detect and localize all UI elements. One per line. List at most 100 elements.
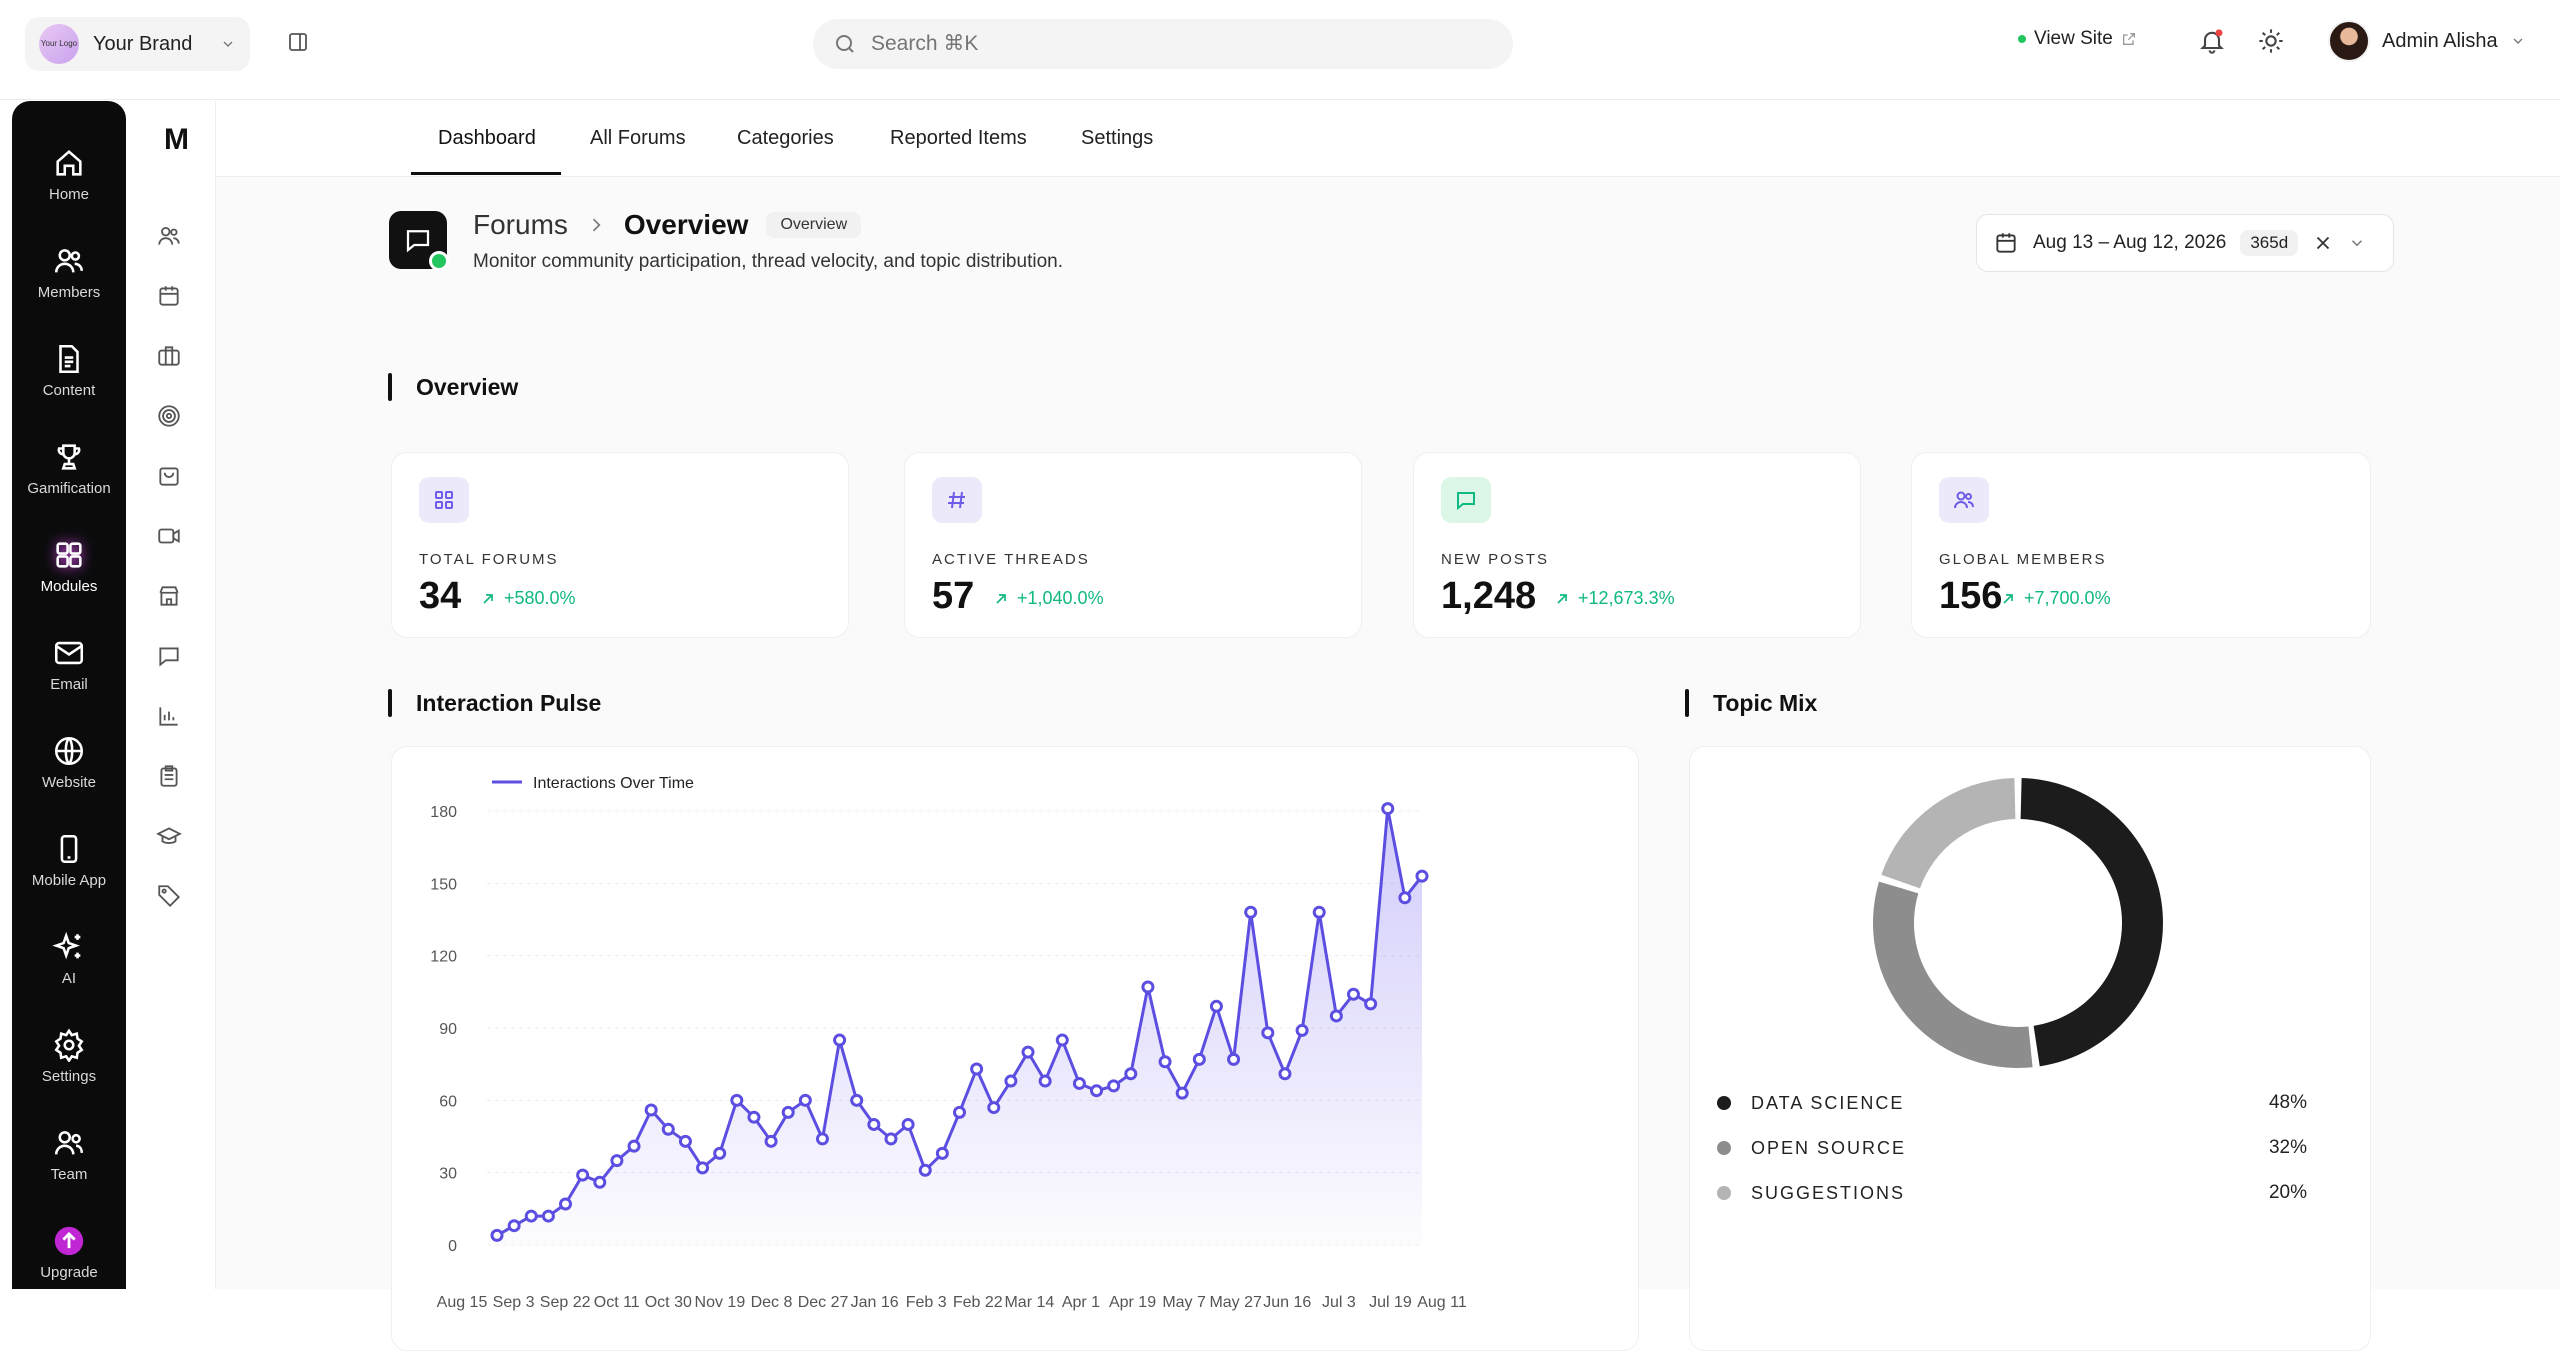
- stat-value: 34: [419, 575, 462, 617]
- secondary-sidebar: M: [126, 101, 216, 1289]
- rail-item-mobile-app[interactable]: Mobile App: [12, 811, 126, 909]
- stat-delta-value: +7,700.0%: [2024, 588, 2111, 608]
- data-point: [815, 1132, 829, 1146]
- brand-logo: Your Logo: [39, 24, 79, 64]
- data-point: [1278, 1067, 1292, 1081]
- data-point: [696, 1161, 710, 1175]
- data-point: [901, 1117, 915, 1131]
- rail-item-ai[interactable]: AI: [12, 909, 126, 1007]
- x-tick-label: Feb 3: [906, 1294, 947, 1311]
- clipboard-icon[interactable]: [156, 763, 182, 789]
- x-tick-label: Dec 8: [751, 1294, 793, 1311]
- data-point: [678, 1134, 692, 1148]
- search-bar[interactable]: [813, 19, 1513, 69]
- stat-value: 156: [1939, 575, 2003, 617]
- rail-label: Mobile App: [31, 871, 107, 889]
- stat-card-total-forums: TOTAL FORUMS 34 +580.0%: [391, 452, 849, 638]
- tab-bar: Dashboard All Forums Categories Reported…: [216, 101, 2560, 177]
- interaction-pulse-card: 0 30 60 90 120 150 180 Aug 15 Sep 3 Sep 22 Oct 11 O…: [391, 746, 1639, 1351]
- x-tick-label: May 7: [1162, 1294, 1206, 1311]
- data-point: [1021, 1045, 1035, 1059]
- users-icon: [1939, 477, 1989, 523]
- data-point: [1398, 891, 1412, 905]
- interaction-line-chart: 0 30 60 90 120 150 180 Aug 15 Sep 3 Sep 22 Oct 11 O…: [430, 775, 1467, 1311]
- rail-item-modules[interactable]: Modules: [12, 517, 126, 615]
- user-name: Admin Alisha: [2382, 29, 2498, 52]
- rail-item-team[interactable]: Team: [12, 1105, 126, 1203]
- view-site-link[interactable]: View Site: [2018, 28, 2137, 50]
- data-point: [970, 1062, 984, 1076]
- brand-switcher[interactable]: Your Logo Your Brand: [25, 17, 250, 71]
- store-icon[interactable]: [156, 583, 182, 609]
- theme-toggle-icon[interactable]: [2257, 27, 2285, 55]
- search-input[interactable]: [871, 32, 1431, 56]
- rail-item-website[interactable]: Website: [12, 713, 126, 811]
- rail-item-members[interactable]: Members: [12, 223, 126, 321]
- shopping-bag-icon[interactable]: [156, 463, 182, 489]
- search-icon: [833, 32, 857, 56]
- rail-item-gamification[interactable]: Gamification: [12, 419, 126, 517]
- rail-item-settings[interactable]: Settings: [12, 1007, 126, 1105]
- sidebar-toggle-icon[interactable]: [286, 30, 310, 54]
- donut-slice: [2020, 778, 2163, 1067]
- online-dot: [2018, 35, 2026, 43]
- stat-card-new-posts: NEW POSTS 1,248 +12,673.3%: [1413, 452, 1861, 638]
- chevron-down-icon[interactable]: [2348, 234, 2366, 252]
- data-point: [559, 1197, 573, 1211]
- date-range-picker[interactable]: Aug 13 – Aug 12, 2026 365d: [1976, 214, 2394, 272]
- topic-mix-card: DATA SCIENCE 48% OPEN SOURCE 32% SUGGEST…: [1689, 746, 2371, 1351]
- user-menu[interactable]: Admin Alisha: [2328, 20, 2526, 62]
- trend-up-icon: [483, 593, 493, 604]
- graduation-cap-icon[interactable]: [156, 823, 182, 849]
- rail-label: Modules: [40, 577, 98, 595]
- legend-percent: 32%: [2268, 1137, 2307, 1158]
- close-icon[interactable]: [2312, 232, 2334, 254]
- bar-chart-icon[interactable]: [156, 703, 182, 729]
- tab-reported-items[interactable]: Reported Items: [890, 127, 1027, 150]
- view-site-label: View Site: [2034, 28, 2113, 49]
- data-point: [867, 1117, 881, 1131]
- bell-icon[interactable]: [2198, 27, 2226, 55]
- chat-icon[interactable]: [156, 643, 182, 669]
- topic-donut-chart: [1873, 778, 2163, 1068]
- stat-value: 1,248: [1441, 575, 1537, 617]
- gear-icon: [54, 1028, 84, 1062]
- page-title: Overview: [623, 209, 749, 240]
- calendar-icon: [1993, 230, 2019, 256]
- rail-item-upgrade[interactable]: Upgrade: [12, 1203, 126, 1301]
- tab-settings[interactable]: Settings: [1081, 127, 1153, 150]
- brand-name: Your Brand: [93, 32, 193, 55]
- x-tick-label: Nov 19: [695, 1294, 746, 1311]
- briefcase-icon[interactable]: [156, 343, 182, 369]
- x-tick-label: Oct 30: [645, 1294, 692, 1311]
- calendar-icon[interactable]: [156, 283, 182, 309]
- data-point: [1090, 1084, 1104, 1098]
- rail-item-home[interactable]: Home: [12, 125, 126, 223]
- tab-dashboard[interactable]: Dashboard: [438, 127, 536, 150]
- data-point: [541, 1209, 555, 1223]
- topic-legend-row: OPEN SOURCE 32%: [1717, 1137, 2307, 1159]
- rail-item-email[interactable]: Email: [12, 615, 126, 713]
- users-icon[interactable]: [156, 223, 182, 249]
- tab-categories[interactable]: Categories: [737, 127, 834, 150]
- x-tick-label: Jul 3: [1322, 1294, 1356, 1311]
- tab-all-forums[interactable]: All Forums: [590, 127, 686, 150]
- series-area: [497, 808, 1422, 1245]
- tag-icon[interactable]: [156, 883, 182, 909]
- data-point: [1175, 1086, 1189, 1100]
- stat-label: GLOBAL MEMBERS: [1939, 551, 2107, 568]
- chevron-right-icon: [586, 215, 606, 235]
- breadcrumb-parent[interactable]: Forums: [473, 209, 568, 241]
- legend-label: DATA SCIENCE: [1751, 1092, 1905, 1113]
- legend-dot: [1717, 1141, 1731, 1155]
- data-point: [644, 1103, 658, 1117]
- stat-card-global-members: GLOBAL MEMBERS 156 +7,700.0%: [1911, 452, 2371, 638]
- video-icon[interactable]: [156, 523, 182, 549]
- target-icon[interactable]: [156, 403, 182, 429]
- data-point: [1055, 1033, 1069, 1047]
- x-tick-label: Sep 3: [493, 1294, 535, 1311]
- rail-item-content[interactable]: Content: [12, 321, 126, 419]
- trend-up-icon: [1557, 593, 1567, 604]
- module-letter: M: [164, 123, 189, 156]
- date-range-label: Aug 13 – Aug 12, 2026: [2033, 232, 2227, 253]
